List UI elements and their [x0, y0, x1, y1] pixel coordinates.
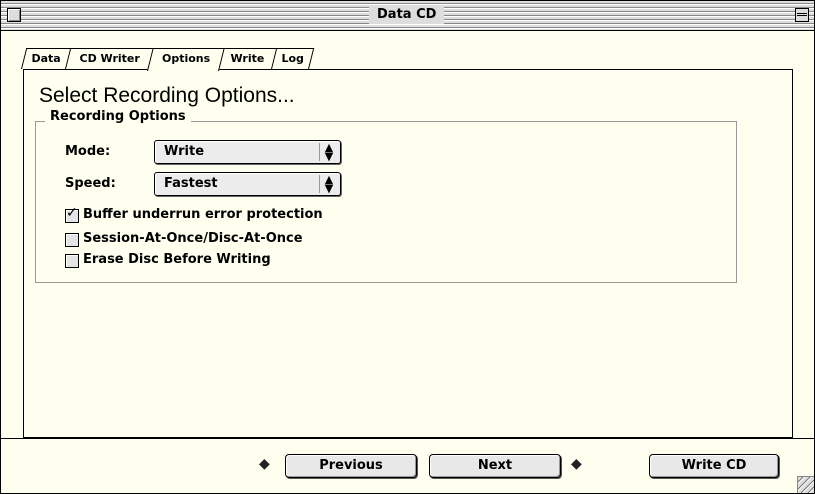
tab-log[interactable]: Log — [271, 48, 315, 69]
previous-button[interactable]: Previous — [285, 454, 417, 478]
tab-cd-writer[interactable]: CD Writer — [65, 48, 155, 69]
erase-disc-label: Erase Disc Before Writing — [83, 252, 271, 267]
page-heading: Select Recording Options... — [39, 84, 295, 107]
checkmark-icon: ✓ — [66, 205, 78, 221]
tab-options[interactable]: Options — [147, 48, 225, 71]
tab-write[interactable]: Write — [217, 48, 279, 69]
up-down-arrows-icon: ▲ ▼ — [319, 174, 338, 194]
speed-label: Speed: — [65, 176, 116, 191]
mode-label: Mode: — [65, 144, 111, 159]
mode-value: Write — [164, 144, 205, 159]
up-down-arrows-icon: ▲ ▼ — [319, 142, 338, 162]
speed-value: Fastest — [164, 176, 218, 191]
left-arrow-icon: ◆ — [259, 456, 270, 472]
zoom-box-icon[interactable] — [795, 8, 809, 22]
mode-popup[interactable]: Write ▲ ▼ — [154, 140, 341, 164]
session-at-once-label: Session-At-Once/Disc-At-Once — [83, 231, 303, 246]
erase-disc-checkbox[interactable] — [65, 254, 79, 268]
write-cd-button[interactable]: Write CD — [649, 454, 779, 478]
footer-divider — [1, 438, 814, 439]
speed-popup[interactable]: Fastest ▲ ▼ — [154, 172, 341, 196]
resize-grip-icon[interactable] — [797, 476, 814, 493]
data-cd-window: Data CD Data CD Writer Options Write Log… — [0, 0, 815, 494]
group-title: Recording Options — [45, 109, 191, 124]
session-at-once-checkbox[interactable] — [65, 233, 79, 247]
next-button[interactable]: Next — [429, 454, 561, 478]
close-box-icon[interactable] — [7, 8, 21, 22]
buffer-underrun-label: Buffer underrun error protection — [83, 207, 323, 222]
title-bar[interactable]: Data CD — [1, 1, 814, 31]
buffer-underrun-checkbox[interactable]: ✓ — [65, 205, 79, 223]
right-arrow-icon: ◆ — [571, 456, 582, 472]
window-title: Data CD — [369, 6, 445, 24]
